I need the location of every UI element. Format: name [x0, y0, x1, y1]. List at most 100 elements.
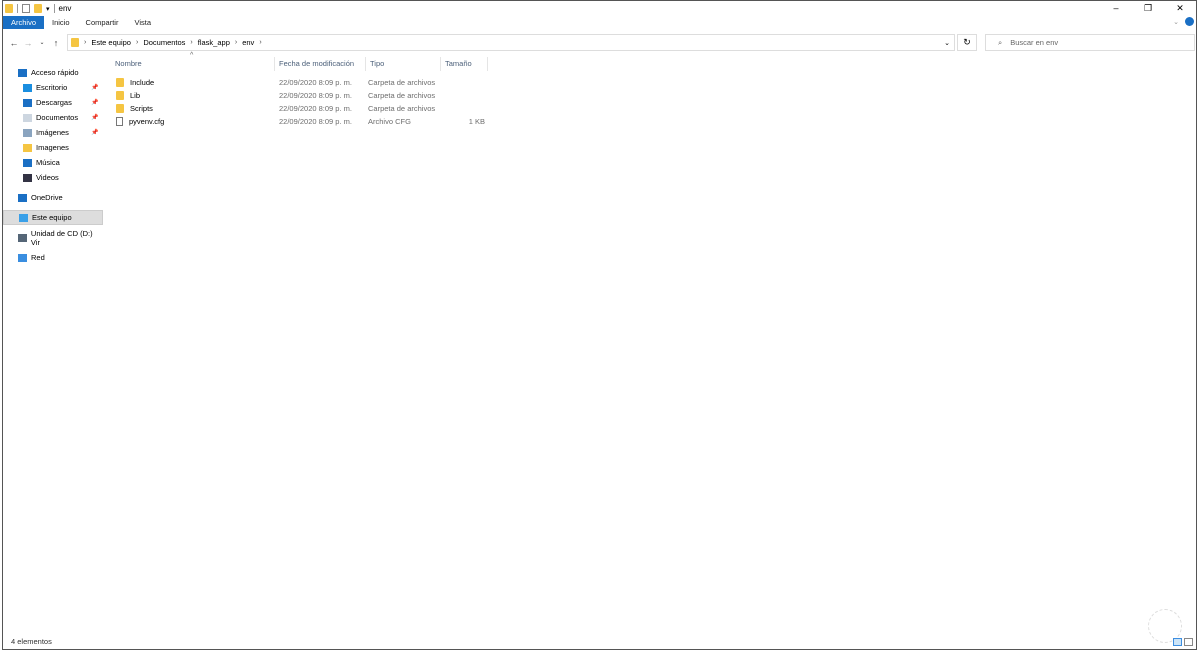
recent-locations-icon[interactable]: ⌄	[35, 39, 49, 46]
folder-icon	[23, 144, 32, 152]
breadcrumb-documentos[interactable]: Documentos	[143, 38, 185, 47]
file-row[interactable]: Lib 22/09/2020 8:09 p. m. Carpeta de arc…	[111, 89, 485, 102]
pin-icon[interactable]: 📌	[91, 99, 98, 106]
sidebar-item-label: OneDrive	[31, 193, 63, 202]
chevron-right-icon[interactable]: ›	[235, 39, 237, 46]
separator	[54, 4, 55, 13]
expand-ribbon-icon[interactable]: ⌄	[1173, 18, 1179, 26]
folder-icon	[71, 38, 79, 47]
breadcrumb-env[interactable]: env	[242, 38, 254, 47]
minimize-button[interactable]: –	[1100, 1, 1132, 15]
column-header-date[interactable]: Fecha de modificación	[275, 57, 366, 71]
breadcrumb-flask-app[interactable]: flask_app	[198, 38, 230, 47]
chevron-right-icon[interactable]: ›	[84, 39, 86, 46]
sidebar-item-label: Videos	[36, 173, 59, 182]
forward-button[interactable]: →	[21, 38, 35, 48]
chevron-right-icon[interactable]: ›	[259, 39, 261, 46]
video-icon	[23, 174, 32, 182]
sidebar-item-im-genes[interactable]: Imágenes 📌	[3, 125, 103, 140]
file-size: 1 KB	[443, 117, 485, 126]
ribbon-tabs: Archivo Inicio Compartir Vista	[3, 16, 1196, 29]
file-name: pyvenv.cfg	[129, 117, 164, 126]
star-icon	[18, 69, 27, 77]
folder-icon	[116, 91, 124, 100]
details-view-icon[interactable]	[1173, 638, 1182, 646]
sidebar-item-este-equipo[interactable]: Este equipo	[3, 210, 103, 225]
help-icon[interactable]	[1185, 17, 1194, 26]
file-row[interactable]: Scripts 22/09/2020 8:09 p. m. Carpeta de…	[111, 102, 485, 115]
sidebar-item-m-sica[interactable]: Música	[3, 155, 103, 170]
tab-archivo[interactable]: Archivo	[3, 16, 44, 29]
column-headers: Nombre Fecha de modificación Tipo Tamaño	[111, 57, 488, 71]
column-header-size[interactable]: Tamaño	[441, 57, 488, 71]
file-list: Include 22/09/2020 8:09 p. m. Carpeta de…	[111, 76, 485, 128]
sidebar-item-documentos[interactable]: Documentos 📌	[3, 110, 103, 125]
sidebar-item-label: Imágenes	[36, 128, 69, 137]
file-name-cell: pyvenv.cfg	[111, 117, 275, 126]
desktop-icon	[23, 84, 32, 92]
restore-button[interactable]: ❐	[1132, 1, 1164, 15]
status-item-count: 4 elementos	[11, 637, 52, 646]
folder-icon	[116, 78, 124, 87]
column-header-type[interactable]: Tipo	[366, 57, 441, 71]
file-date: 22/09/2020 8:09 p. m.	[275, 104, 366, 113]
file-type: Carpeta de archivos	[366, 91, 443, 100]
chevron-right-icon[interactable]: ›	[136, 39, 138, 46]
computer-icon	[19, 214, 28, 222]
file-explorer-window: ▾ env – ❐ ✕ Archivo Inicio Compartir Vis…	[2, 0, 1197, 650]
address-bar[interactable]: › Este equipo › Documentos › flask_app ›…	[67, 34, 955, 51]
breadcrumb-este-equipo[interactable]: Este equipo	[91, 38, 131, 47]
cd-drive-icon	[18, 234, 27, 242]
properties-icon[interactable]	[22, 4, 30, 13]
large-icons-view-icon[interactable]	[1184, 638, 1193, 646]
sidebar-item-label: Música	[36, 158, 60, 167]
file-type: Carpeta de archivos	[366, 78, 443, 87]
file-row[interactable]: pyvenv.cfg 22/09/2020 8:09 p. m. Archivo…	[111, 115, 485, 128]
file-date: 22/09/2020 8:09 p. m.	[275, 91, 366, 100]
file-icon	[116, 117, 123, 126]
sidebar-item-red[interactable]: Red	[3, 250, 103, 265]
file-type: Carpeta de archivos	[366, 104, 443, 113]
file-name: Include	[130, 78, 154, 87]
search-input[interactable]: ⌕ Buscar en env	[985, 34, 1195, 51]
file-name-cell: Include	[111, 78, 275, 87]
folder-icon	[116, 104, 124, 113]
column-header-name[interactable]: Nombre	[111, 57, 275, 71]
sidebar-item-descargas[interactable]: Descargas 📌	[3, 95, 103, 110]
pin-icon[interactable]: 📌	[91, 129, 98, 136]
sidebar-item-acceso-r-pido[interactable]: Acceso rápido	[3, 65, 103, 80]
file-row[interactable]: Include 22/09/2020 8:09 p. m. Carpeta de…	[111, 76, 485, 89]
close-button[interactable]: ✕	[1164, 1, 1196, 15]
sidebar-item-onedrive[interactable]: OneDrive	[3, 190, 103, 205]
tab-compartir[interactable]: Compartir	[78, 16, 127, 29]
sidebar-item-videos[interactable]: Videos	[3, 170, 103, 185]
music-icon	[23, 159, 32, 167]
sidebar-item-escritorio[interactable]: Escritorio📌	[3, 80, 103, 95]
sidebar-item-label: Unidad de CD (D:) Vir	[31, 229, 103, 247]
file-name-cell: Lib	[111, 91, 275, 100]
sidebar-item-label: Red	[31, 253, 45, 262]
pin-icon[interactable]: 📌	[91, 114, 98, 121]
folder-icon	[5, 4, 13, 13]
file-name: Scripts	[130, 104, 153, 113]
back-button[interactable]: ←	[7, 38, 21, 48]
search-icon: ⌕	[998, 38, 1002, 48]
view-toggle	[1173, 638, 1193, 646]
sidebar-item-imagenes[interactable]: Imagenes	[3, 140, 103, 155]
chevron-right-icon[interactable]: ›	[190, 39, 192, 46]
refresh-button[interactable]: ↻	[957, 34, 977, 51]
file-name-cell: Scripts	[111, 104, 275, 113]
pin-icon[interactable]: 📌	[91, 84, 98, 91]
sidebar-item-unidad-de-cd-d-vir[interactable]: Unidad de CD (D:) Vir	[3, 230, 103, 245]
address-dropdown-icon[interactable]: ⌄	[944, 39, 950, 47]
qat-dropdown-icon[interactable]: ▾	[46, 5, 50, 13]
sidebar-item-label: Descargas	[36, 98, 72, 107]
sidebar-item-label: Documentos	[36, 113, 78, 122]
tab-inicio[interactable]: Inicio	[44, 16, 78, 29]
file-date: 22/09/2020 8:09 p. m.	[275, 78, 366, 87]
window-title: env	[59, 4, 72, 13]
tab-vista[interactable]: Vista	[126, 16, 159, 29]
up-button[interactable]: ↑	[49, 38, 63, 48]
cloud-icon	[18, 194, 27, 202]
new-folder-icon[interactable]	[34, 4, 42, 13]
